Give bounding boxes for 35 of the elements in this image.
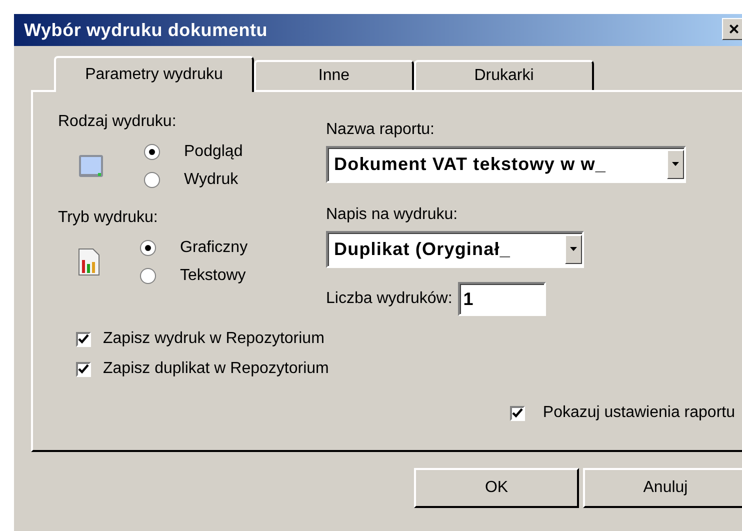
radio-button[interactable] (144, 172, 160, 188)
caret-icon (672, 162, 680, 167)
field-label: Nazwa raportu: (326, 120, 436, 140)
field-label: Liczba wydruków: (326, 289, 452, 309)
window-title: Wybór wydruku dokumentu (24, 18, 268, 42)
dialog-button[interactable]: OK (414, 468, 579, 508)
tab[interactable]: Parametry wydruku (54, 56, 254, 92)
dropdown-field[interactable]: Dokument VAT tekstowy w w_ (326, 146, 686, 183)
checkbox[interactable] (76, 362, 91, 376)
radio-button[interactable] (144, 144, 160, 160)
dropdown-field[interactable]: Duplikat (Oryginał_ (326, 231, 584, 268)
monitor-icon (78, 154, 104, 178)
close-button[interactable]: × (722, 18, 742, 40)
radio-label[interactable]: Tekstowy (180, 264, 246, 288)
caret-icon (570, 247, 578, 252)
tab[interactable]: Drukarki (414, 60, 594, 90)
tab[interactable]: Inne (254, 60, 414, 90)
radio-label[interactable]: Graficzny (180, 236, 248, 260)
radio-button[interactable] (140, 268, 156, 284)
group-label: Rodzaj wydruku: (58, 112, 178, 132)
dialog-button[interactable]: Anuluj (583, 468, 742, 508)
chart-document-icon (78, 248, 100, 276)
group-label: Tryb wydruku: (58, 208, 159, 228)
checkbox-label[interactable]: Zapisz duplikat w Repozytorium (103, 357, 329, 381)
dropdown-button[interactable] (565, 235, 582, 264)
radio-label[interactable]: Wydruk (184, 168, 238, 192)
radio-button[interactable] (140, 240, 156, 256)
checkbox-label[interactable]: Zapisz wydruk w Repozytorium (103, 327, 324, 351)
dropdown-button[interactable] (667, 150, 684, 179)
radio-label[interactable]: Podgląd (184, 140, 243, 164)
input-field[interactable]: 1 (458, 282, 546, 316)
checkbox[interactable] (510, 406, 525, 420)
checkbox-label[interactable]: Pokazuj ustawienia raportu (542, 401, 735, 425)
checkbox[interactable] (76, 332, 91, 346)
field-label: Napis na wydruku: (326, 205, 459, 225)
